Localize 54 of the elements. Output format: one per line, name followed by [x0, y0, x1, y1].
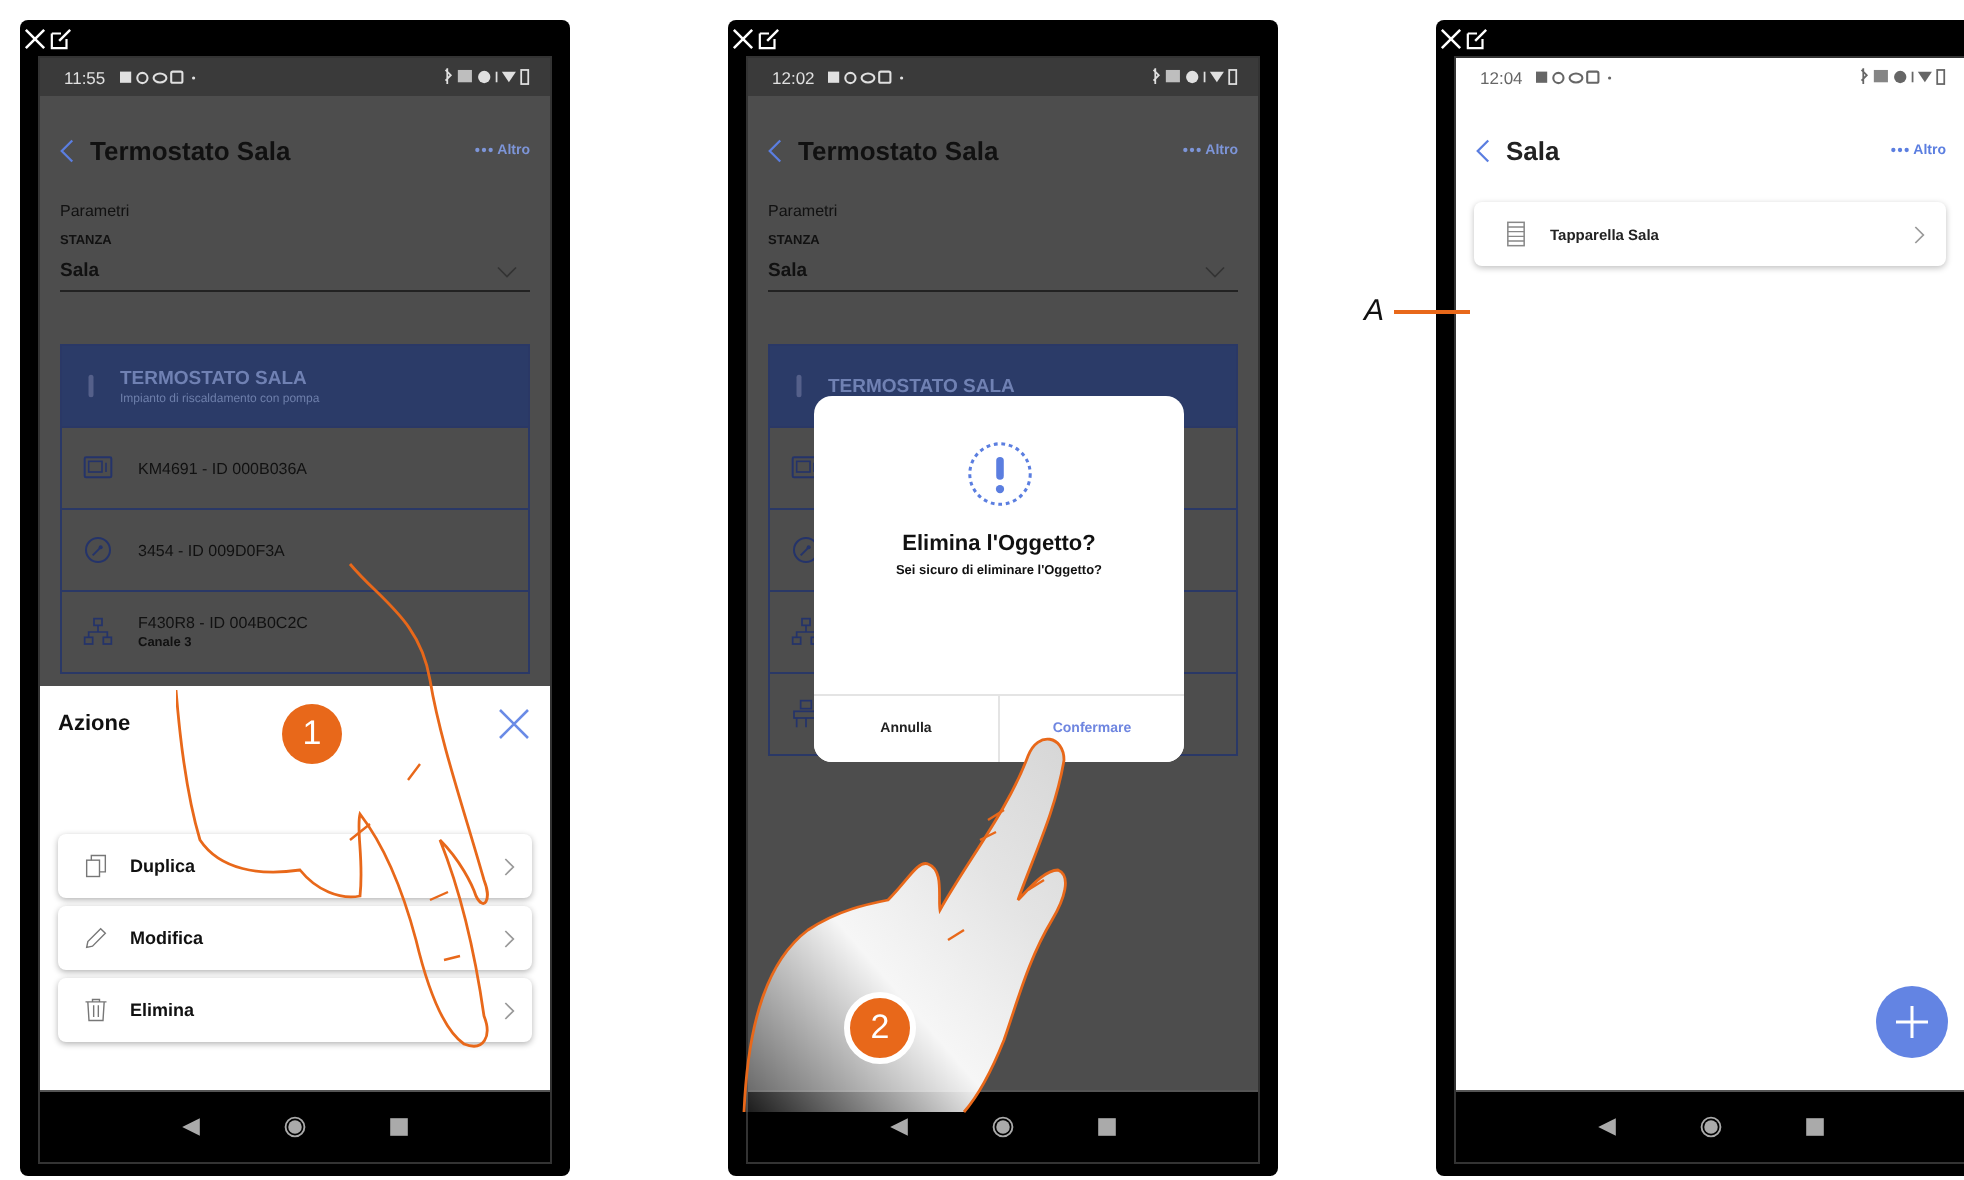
- home-circle-icon[interactable]: [1699, 1116, 1722, 1138]
- status-time: 12:04: [1480, 67, 1523, 87]
- dialog-title: Elimina l'Oggetto?: [902, 532, 1096, 556]
- screen-title: Termostato Sala: [90, 135, 293, 165]
- caret-icon: [496, 265, 518, 277]
- more-icon: [1181, 146, 1202, 154]
- caret-icon: [1204, 265, 1226, 277]
- square-icon[interactable]: [1803, 1116, 1826, 1138]
- chevron-icon: [500, 999, 516, 1021]
- sheet-title: Azione: [58, 712, 131, 736]
- device-row[interactable]: KM4691 - ID 000B036A: [62, 426, 528, 508]
- device-row[interactable]: 3454 - ID 009D0F3A: [62, 508, 528, 590]
- device-title: TERMOSTATO SALA: [120, 367, 309, 389]
- pencil-icon: [82, 924, 110, 952]
- shutter-icon: [1502, 218, 1530, 250]
- screen-title: Sala: [1506, 135, 1562, 165]
- network-icon: [82, 616, 114, 648]
- callout-label: A: [1364, 294, 1385, 328]
- room-dropdown[interactable]: Sala: [60, 248, 530, 292]
- add-button[interactable]: [1876, 986, 1948, 1058]
- display-icon: [82, 452, 114, 484]
- edit-icon[interactable]: [50, 27, 72, 49]
- edit-icon[interactable]: [758, 27, 780, 49]
- back-triangle-icon[interactable]: [1596, 1116, 1619, 1138]
- chevron-icon: [500, 927, 516, 949]
- device-title: TERMOSTATO SALA: [828, 375, 1015, 397]
- system-status-icons: [1150, 68, 1238, 86]
- status-time: 11:55: [64, 67, 106, 87]
- system-status-icons: [442, 68, 530, 86]
- more-icon: [473, 146, 494, 154]
- back-icon[interactable]: [1476, 137, 1490, 163]
- square-icon[interactable]: [387, 1116, 410, 1138]
- status-time: 12:02: [772, 67, 815, 87]
- chevron-icon: [500, 855, 516, 877]
- action-button[interactable]: Duplica: [58, 834, 532, 898]
- action-button[interactable]: Modifica: [58, 906, 532, 970]
- warning-icon: [965, 440, 1033, 508]
- chevron-icon: [1910, 223, 1926, 245]
- section-title: Parametri: [60, 202, 132, 220]
- edit-icon[interactable]: [1466, 27, 1488, 49]
- thermometer-icon: [86, 372, 96, 400]
- copy-icon: [82, 852, 110, 880]
- room-dropdown[interactable]: Sala: [768, 248, 1238, 292]
- section-title: Parametri: [768, 202, 840, 220]
- action-button[interactable]: Elimina: [58, 978, 532, 1042]
- more-icon: [1889, 146, 1910, 154]
- thermometer-icon: [794, 372, 804, 400]
- system-status-icons: [1858, 68, 1946, 86]
- back-triangle-icon[interactable]: [180, 1116, 203, 1138]
- leader-line: [1394, 310, 1470, 314]
- home-circle-icon[interactable]: [283, 1116, 306, 1138]
- trash-icon: [82, 996, 110, 1024]
- screen-title: Termostato Sala: [798, 135, 1001, 165]
- gauge-icon: [82, 534, 114, 566]
